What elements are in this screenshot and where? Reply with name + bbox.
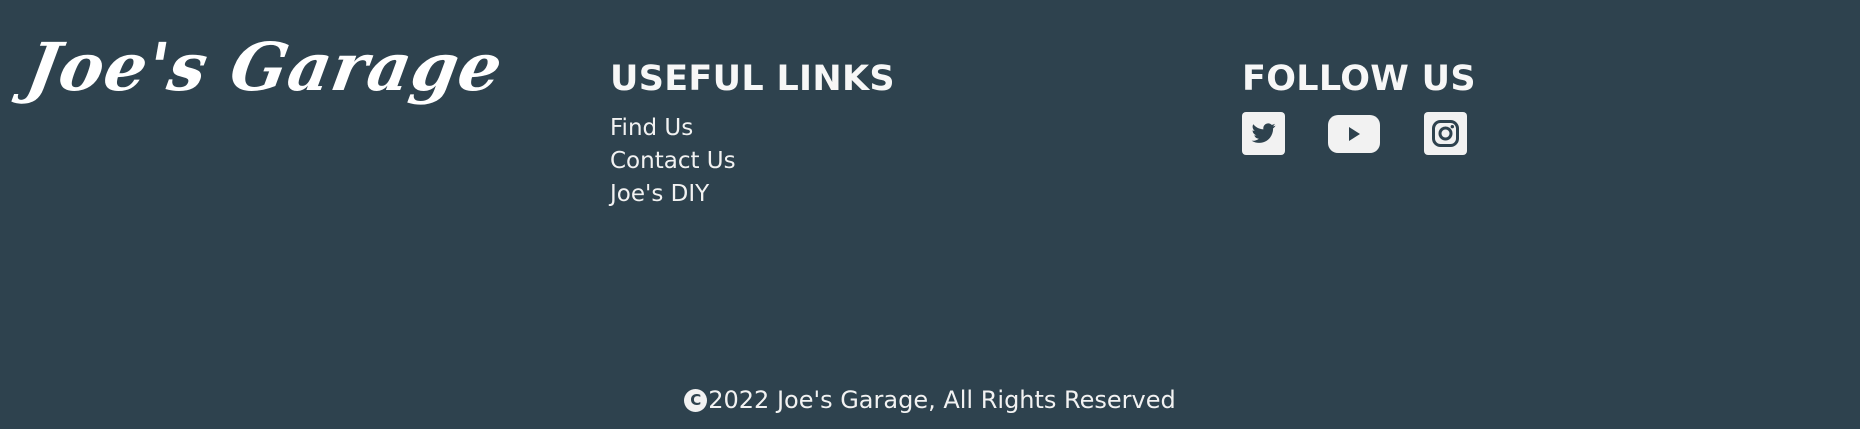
social-links (1242, 112, 1476, 155)
logo[interactable]: Joe's Garage (21, 28, 509, 106)
follow-us-title: FOLLOW US (1242, 59, 1476, 99)
copyright-text: 2022 Joe's Garage, All Rights Reserved (708, 386, 1176, 414)
link-find-us[interactable]: Find Us (610, 112, 895, 145)
twitter-icon[interactable] (1242, 112, 1285, 155)
follow-us-section: FOLLOW US (1242, 58, 1476, 155)
site-footer: Joe's Garage USEFUL LINKS Find Us Contac… (0, 0, 1860, 429)
youtube-icon[interactable] (1328, 114, 1380, 153)
link-joes-diy[interactable]: Joe's DIY (610, 178, 895, 211)
copyright-icon: C (684, 388, 708, 412)
useful-links-section: USEFUL LINKS Find Us Contact Us Joe's DI… (610, 58, 895, 211)
instagram-icon[interactable] (1424, 112, 1467, 155)
copyright: C 2022 Joe's Garage, All Rights Reserved (0, 384, 1860, 416)
useful-links-title: USEFUL LINKS (610, 59, 895, 99)
link-contact-us[interactable]: Contact Us (610, 145, 895, 178)
useful-links-list: Find Us Contact Us Joe's DIY (610, 112, 895, 211)
